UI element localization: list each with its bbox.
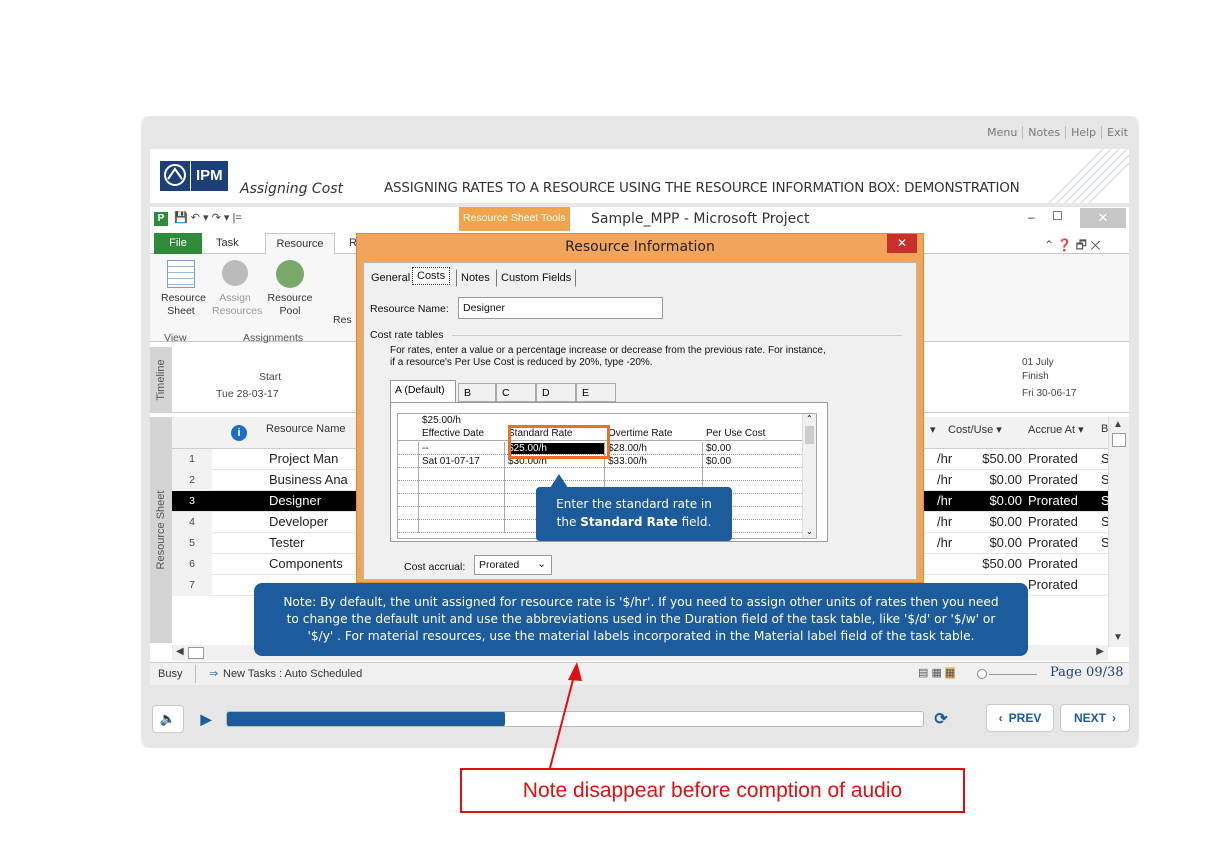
annotation-arrow [549, 662, 582, 769]
annotation-text: Note disappear before comption of audio [522, 779, 903, 802]
annotation-box: Note disappear before comption of audio [460, 768, 965, 813]
